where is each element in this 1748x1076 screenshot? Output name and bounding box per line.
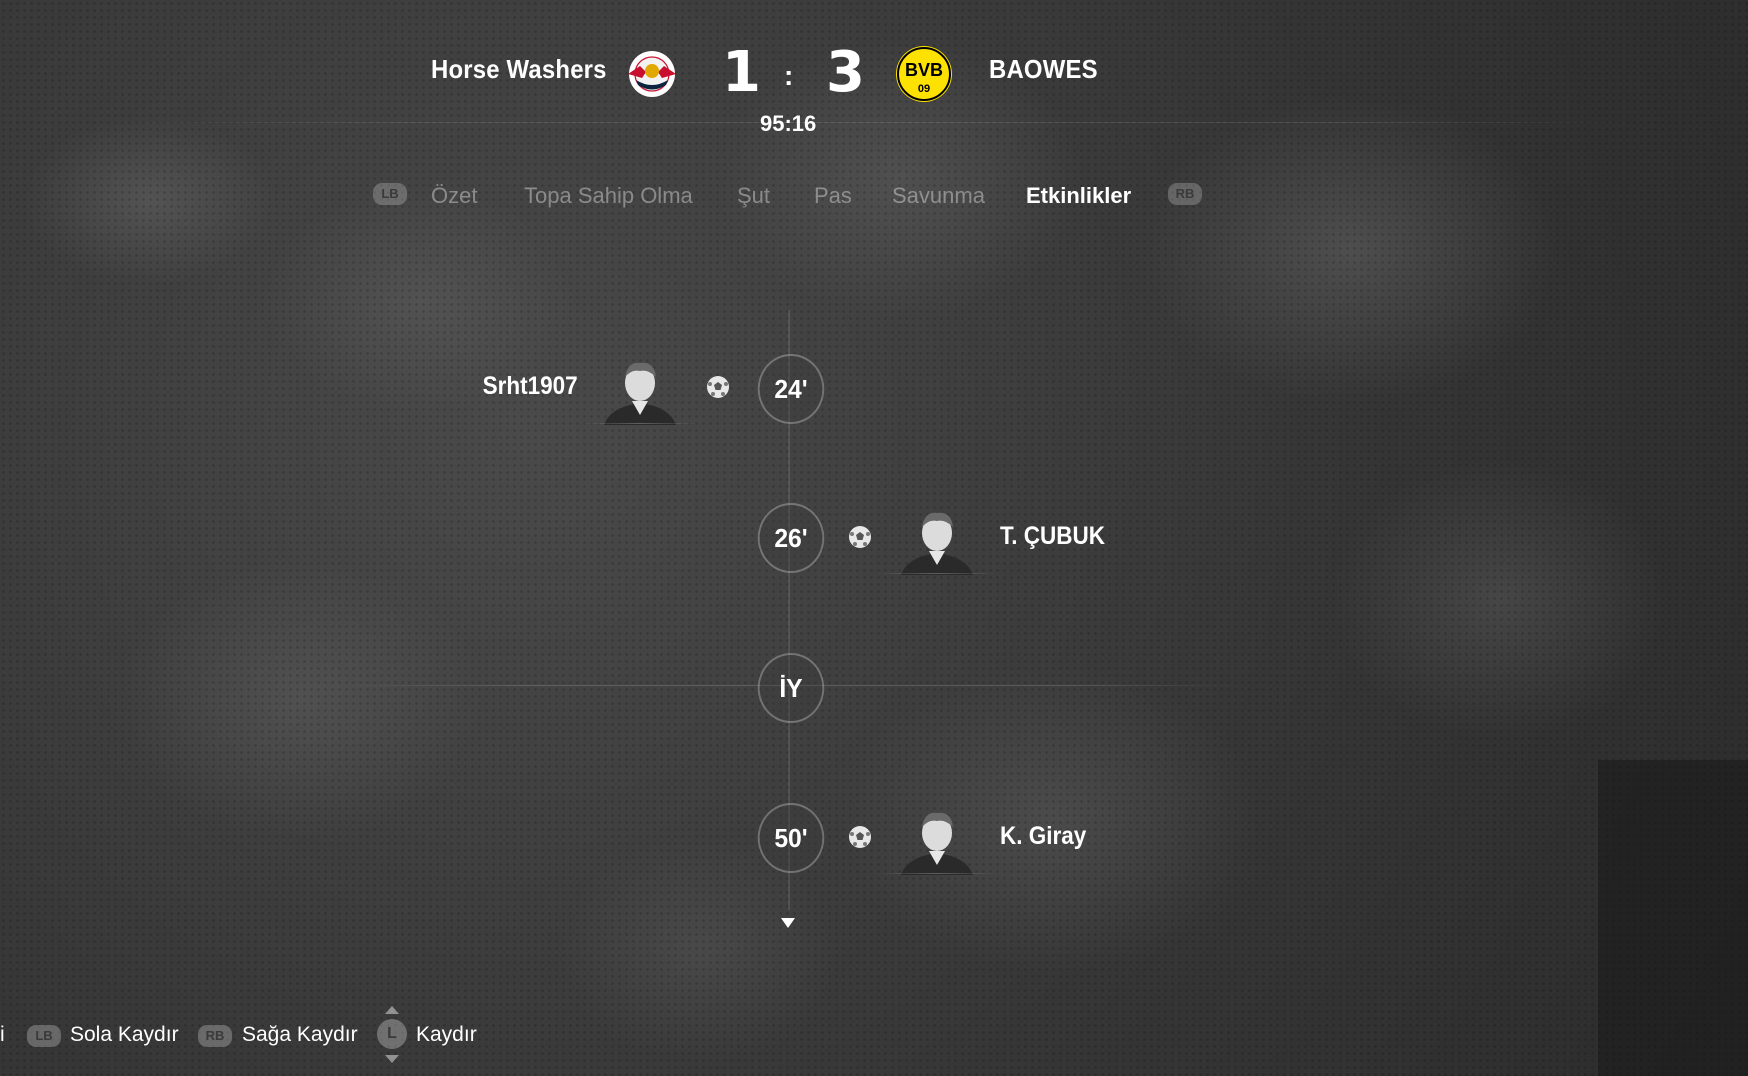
hint-scroll-left: Sola Kaydır [70,1023,179,1046]
player-avatar-icon [901,512,973,575]
tab-ozet[interactable]: Özet [431,183,477,209]
player-avatar-icon [604,362,676,425]
event-minute-badge: 26' [757,503,825,573]
avatar-underline [877,873,997,874]
event-player-name: Srht1907 [482,372,578,400]
stats-tabs: LB Özet Topa Sahip Olma Şut Pas Savunma … [0,180,1748,212]
home-score: 1 [722,40,761,105]
stick-down-icon [385,1055,399,1063]
controller-hints: i LB Sola Kaydır RB Sağa Kaydır Kaydır [0,1020,1748,1056]
rb-button-icon[interactable]: RB [198,1025,232,1047]
tab-etkinlikler[interactable]: Etkinlikler [1026,183,1131,209]
event-minute-badge: 50' [757,803,825,873]
stick-up-icon [385,1006,399,1014]
rb-leipzig-crest-icon [628,51,676,97]
avatar-underline [580,423,700,424]
half-time-badge: İY [757,653,825,723]
bvb-crest-number: 09 [918,83,930,95]
tab-topa-sahip-olma[interactable]: Topa Sahip Olma [524,183,693,209]
left-stick-icon[interactable]: L [377,1019,407,1049]
goal-ball-icon [707,376,729,398]
match-clock: 95:16 [760,111,817,136]
tab-pas[interactable]: Pas [814,183,852,209]
goal-ball-icon [849,526,871,548]
event-player-name: K. Giray [1000,822,1087,850]
away-team-name: BAOWES [989,54,1098,84]
bvb-crest-letters: BVB [905,60,943,80]
avatar-underline [877,573,997,574]
background [0,0,1748,1076]
score-separator: : [784,60,794,91]
lb-bumper-icon[interactable]: LB [373,183,407,205]
away-score: 3 [826,40,865,105]
player-avatar-icon [901,812,973,875]
tab-savunma[interactable]: Savunma [892,183,985,209]
bvb-crest-icon: BVB 09 [896,46,952,102]
hint-scroll-right: Sağa Kaydır [242,1023,358,1046]
tab-sut[interactable]: Şut [737,183,770,209]
rb-bumper-icon[interactable]: RB [1168,183,1202,205]
hint-scroll: Kaydır [416,1023,477,1046]
scroll-down-arrow-icon[interactable] [781,918,795,928]
event-minute-badge: 24' [757,354,825,424]
goal-ball-icon [849,826,871,848]
header-divider [100,122,1648,123]
hint-cut-text: i [0,1023,5,1046]
event-player-name: T. ÇUBUK [1000,522,1106,550]
home-team-name: Horse Washers [431,54,607,84]
lb-button-icon[interactable]: LB [27,1025,61,1047]
